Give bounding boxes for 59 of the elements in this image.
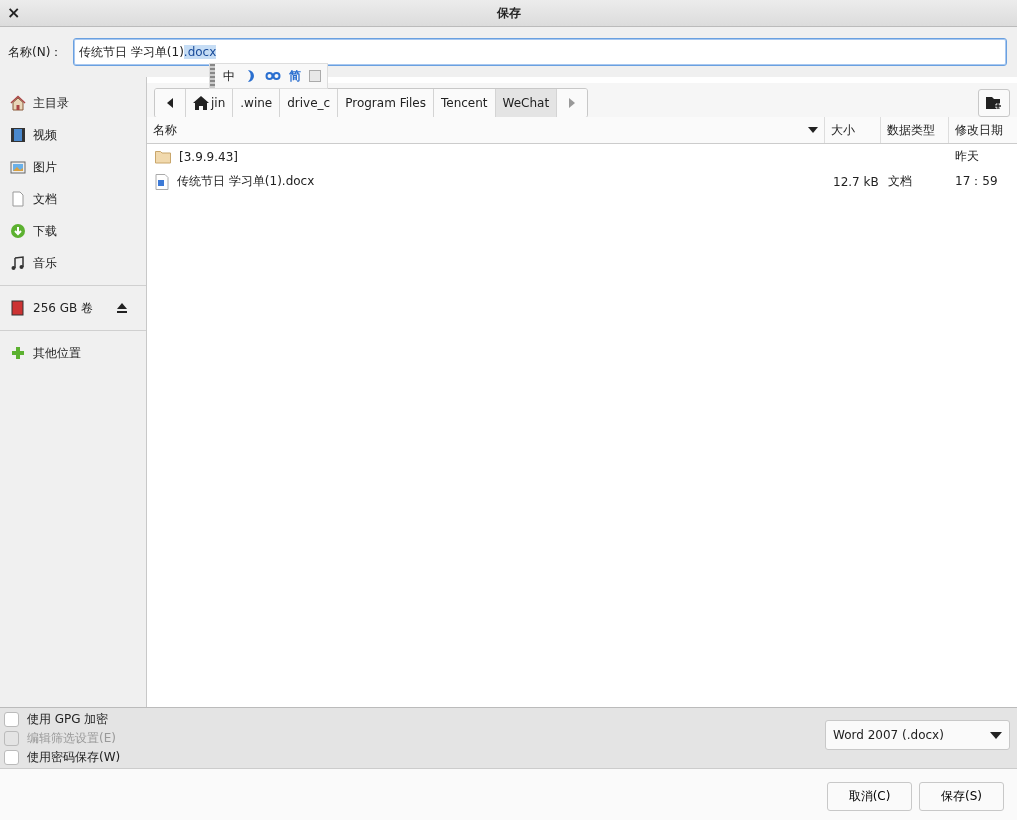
grip-handle[interactable] — [210, 64, 215, 88]
back-button[interactable] — [155, 89, 186, 117]
sidebar-item[interactable]: 音乐 — [0, 247, 146, 279]
file-type: 文档 — [888, 173, 912, 190]
dialog-button[interactable]: 保存(S) — [919, 782, 1004, 811]
sidebar-item[interactable]: 视频 — [0, 119, 146, 151]
music-icon — [10, 255, 26, 271]
file-name[interactable]: [3.9.9.43] — [179, 149, 238, 164]
checkbox[interactable] — [4, 711, 19, 727]
dropdown-arrow-icon — [990, 731, 1002, 739]
checkbox-label: 使用 GPG 加密 — [27, 710, 109, 728]
home-icon — [10, 95, 26, 111]
checkbox[interactable] — [4, 749, 19, 765]
file-size: 12.7 kB — [833, 174, 879, 189]
right-arrow-icon — [568, 98, 577, 108]
close-button[interactable]: × — [7, 5, 21, 21]
modified-date: 昨天 — [955, 148, 979, 165]
ime-button[interactable]: 中 — [223, 67, 235, 85]
path-button[interactable]: Tencent — [434, 89, 496, 117]
eject-icon[interactable] — [116, 302, 128, 314]
file-name[interactable]: 传统节日 学习单(1).docx — [177, 173, 315, 190]
sidebar-item[interactable]: 主目录 — [0, 87, 146, 119]
path-button[interactable]: .wine — [233, 89, 281, 117]
path-button[interactable]: WeChat — [495, 89, 558, 117]
file-type-dropdown[interactable]: Word 2007 (.docx) — [825, 720, 1010, 750]
modified-date: 17：59 — [955, 173, 998, 190]
download-icon — [10, 223, 26, 239]
column-header[interactable]: 数据类型 — [881, 117, 949, 143]
dots-icon[interactable] — [265, 70, 281, 82]
image-icon — [10, 159, 26, 175]
input-field[interactable]: 传统节日 学习单(1).docx — [73, 38, 1007, 66]
column-header[interactable]: 名称 — [153, 121, 177, 139]
doc-icon — [10, 191, 26, 207]
dialog-button[interactable]: 取消(C) — [827, 782, 912, 811]
path-button[interactable]: Program Files — [338, 89, 434, 117]
checkbox-label: 使用密码保存(W) — [27, 748, 121, 766]
document-icon — [155, 173, 169, 190]
card-icon — [10, 300, 26, 316]
sidebar-item[interactable]: 下载 — [0, 215, 146, 247]
sidebar-item[interactable]: 图片 — [0, 151, 146, 183]
name-label: 名称(N)： — [8, 43, 64, 61]
ime-button[interactable]: 简 — [289, 67, 301, 85]
plus-icon — [10, 345, 26, 361]
path-button[interactable]: jin — [186, 89, 234, 117]
sidebar-item[interactable]: 256 GB 卷 — [0, 292, 146, 324]
column-header[interactable]: 修改日期 — [949, 117, 1017, 143]
sort-icon[interactable] — [808, 127, 818, 133]
left-arrow-icon — [166, 98, 174, 108]
folder-icon — [155, 149, 171, 164]
new-folder-button[interactable] — [978, 89, 1010, 117]
checkbox-label: 编辑筛选设置(E) — [27, 729, 116, 747]
sidebar-item[interactable]: 文档 — [0, 183, 146, 215]
video-icon — [10, 127, 26, 143]
column-header[interactable]: 大小 — [825, 117, 881, 143]
path-button[interactable]: drive_c — [280, 89, 339, 117]
folder-plus-icon — [986, 96, 1002, 110]
window-title: 保存 — [496, 4, 521, 22]
forward-button[interactable] — [557, 89, 588, 117]
sidebar-item[interactable]: 其他位置 — [0, 337, 146, 369]
